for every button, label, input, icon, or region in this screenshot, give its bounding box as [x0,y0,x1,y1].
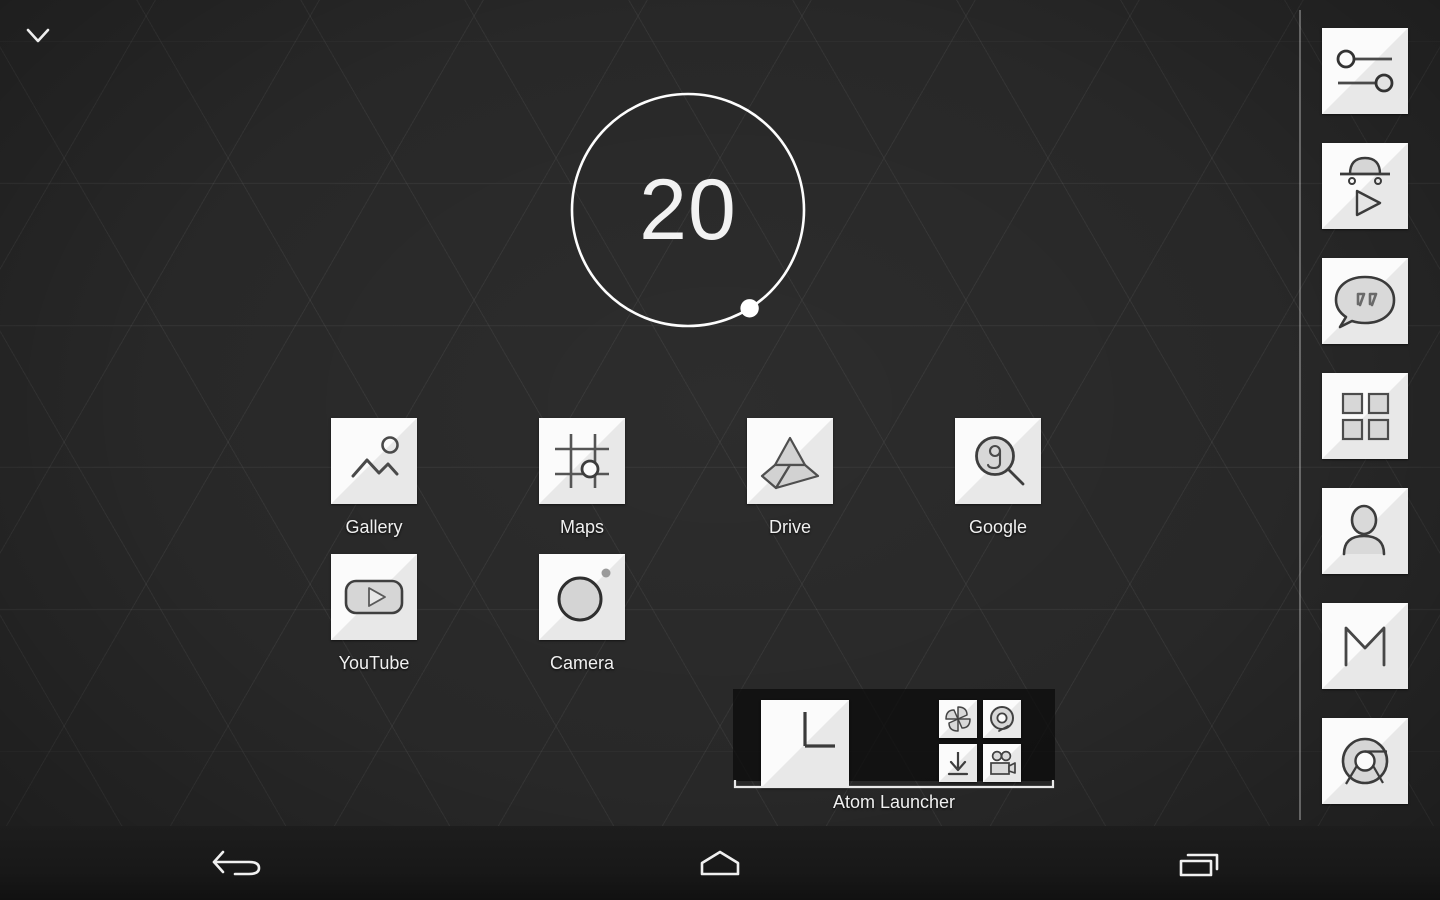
youtube-icon [331,554,417,640]
app-row: Gallery Maps Drive Google [270,418,1280,554]
app-label: Google [968,517,1028,537]
gallery-icon [331,418,417,504]
camera-icon [539,554,625,640]
app-maps[interactable]: Maps [478,418,686,554]
google-search-icon [955,418,1041,504]
clock-icon [761,700,849,788]
navigation-bar [0,826,1440,900]
maps-icon [539,418,625,504]
app-label: Drive [768,517,811,537]
app-label: Camera [549,653,615,673]
dock-item-chrome[interactable] [1322,718,1408,804]
app-label: YouTube [338,653,410,673]
clock-value: 20 [639,162,737,258]
play-store-bag-icon [1322,143,1408,229]
download-arrow-icon [939,744,977,782]
nav-recents-button[interactable] [960,826,1440,900]
person-icon [1322,488,1408,574]
settings-sliders-icon [1322,28,1408,114]
gmail-m-icon [1322,603,1408,689]
app-label: Maps [559,517,604,537]
recents-icon [1179,853,1219,877]
nav-home-button[interactable] [480,826,960,900]
dock-item-settings[interactable] [1322,28,1408,114]
movie-camera-icon [983,744,1021,782]
app-grid: Gallery Maps Drive Google YouTube Camera… [270,418,1280,812]
app-gallery[interactable]: Gallery [270,418,478,554]
home-icon [700,850,740,876]
folder-bracket [733,780,1055,789]
clock-widget[interactable]: 20 [568,90,808,330]
app-label: Gallery [345,517,403,537]
dock [1322,28,1408,804]
dock-item-messaging[interactable] [1322,258,1408,344]
folder-atom-launcher[interactable] [733,689,1055,788]
dock-item-gmail[interactable] [1322,603,1408,689]
app-youtube[interactable]: YouTube [270,554,478,690]
drive-icon [747,418,833,504]
photos-pinwheel-icon [939,700,977,738]
app-row: YouTube Camera Atom Launcher [270,554,1280,812]
app-camera[interactable]: Camera [478,554,686,690]
app-google[interactable]: Google [894,418,1102,554]
dock-item-apps[interactable] [1322,373,1408,459]
speech-bubble-quote-icon [1322,258,1408,344]
camera-lens-icon [983,700,1021,738]
dock-item-play-store[interactable] [1322,143,1408,229]
apps-grid-icon [1322,373,1408,459]
nav-back-button[interactable] [0,826,480,900]
folder-label: Atom Launcher [832,792,956,812]
dock-divider [1299,10,1301,820]
chrome-icon [1322,718,1408,804]
chevron-down-icon[interactable] [22,22,54,50]
back-arrow-icon [212,850,261,876]
android-home-screen: 20 Gallery Maps Drive Google YouTube Cam… [0,0,1440,900]
dock-item-contacts[interactable] [1322,488,1408,574]
app-drive[interactable]: Drive [686,418,894,554]
